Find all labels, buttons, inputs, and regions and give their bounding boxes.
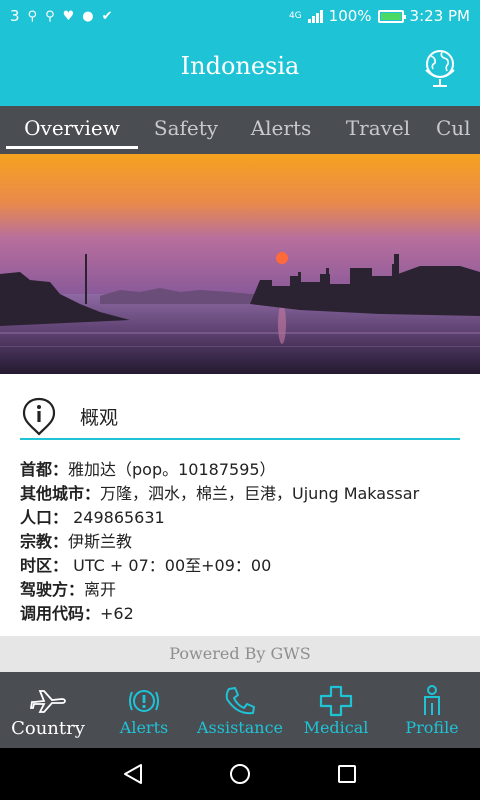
nav-alerts-label: Alerts xyxy=(119,718,169,737)
info-row-population: 人口： 249865631 xyxy=(20,508,165,527)
tab-bar: Overview Safety Alerts Travel Cul xyxy=(0,106,480,154)
info-pin-icon xyxy=(22,397,56,436)
battery-icon xyxy=(377,9,406,23)
page-title: Indonesia xyxy=(180,52,300,80)
phone-icon xyxy=(225,687,255,715)
system-nav-bar xyxy=(0,748,480,800)
tab-active-indicator xyxy=(6,146,138,149)
globe-button[interactable] xyxy=(418,46,462,90)
overview-panel: 概观 首都：雅加达（pop。10187595） 其他城市：万隆，泗水，棉兰，巨港… xyxy=(0,374,480,636)
overview-header: 概观 xyxy=(20,392,460,440)
sunset-harbor-image xyxy=(0,154,480,374)
tab-alerts[interactable]: Alerts xyxy=(236,106,326,154)
heart-icon: ♥ xyxy=(62,8,75,24)
recents-icon[interactable] xyxy=(335,762,359,786)
info-row-timezone: 时区： UTC + 07：00至+09：00 xyxy=(20,556,272,575)
check-flag-icon: ✔ xyxy=(101,8,113,24)
globe-icon xyxy=(425,50,455,87)
info-row-driving-side: 驾驶方：离开 xyxy=(20,580,117,599)
status-notifications: 3 ⚲ ⚲ ♥ ● ✔ xyxy=(10,7,113,25)
clock: 3:23 PM xyxy=(409,7,470,25)
chat-icon: ● xyxy=(82,8,94,24)
status-bar: 3 ⚲ ⚲ ♥ ● ✔ 4G 100% 3:23 PM xyxy=(0,0,480,32)
app-bar: Indonesia xyxy=(0,32,480,106)
battery-percent: 100% xyxy=(328,7,372,25)
medical-cross-icon xyxy=(319,685,353,717)
bottom-nav: Country Alerts Assistance Medical Profil… xyxy=(0,672,480,748)
nav-profile[interactable]: Profile xyxy=(384,672,480,748)
nav-assistance-label: Assistance xyxy=(196,718,283,737)
notification-count: 3 xyxy=(10,7,20,25)
tab-travel[interactable]: Travel xyxy=(330,106,426,154)
nav-assistance[interactable]: Assistance xyxy=(192,672,288,748)
home-icon[interactable] xyxy=(228,762,252,786)
plane-icon xyxy=(30,690,66,713)
nav-medical-label: Medical xyxy=(303,718,369,737)
overview-title: 概观 xyxy=(80,406,119,429)
usb-icon-2: ⚲ xyxy=(45,8,55,24)
section-divider xyxy=(20,438,460,440)
person-icon xyxy=(424,685,440,715)
nav-medical[interactable]: Medical xyxy=(288,672,384,748)
powered-by-footer: Powered By GWS xyxy=(0,636,480,672)
country-hero-image xyxy=(0,154,480,374)
usb-icon: ⚲ xyxy=(27,8,38,24)
back-icon[interactable] xyxy=(121,762,145,786)
info-row-calling-code: 调用代码：+62 xyxy=(20,604,134,623)
status-system: 4G 100% 3:23 PM xyxy=(289,7,470,25)
nav-country-label: Country xyxy=(11,718,85,739)
alert-badge-icon xyxy=(129,690,159,712)
tab-culture[interactable]: Cul xyxy=(436,106,480,154)
nav-country[interactable]: Country xyxy=(0,672,96,748)
overview-info: 首都：雅加达（pop。10187595） 其他城市：万隆，泗水，棉兰，巨港，Uj… xyxy=(20,458,460,626)
nav-alerts[interactable]: Alerts xyxy=(96,672,192,748)
signal-icon xyxy=(307,9,323,23)
nav-profile-label: Profile xyxy=(405,718,459,737)
network-type: 4G xyxy=(288,11,302,21)
info-row-other-cities: 其他城市：万隆，泗水，棉兰，巨港，Ujung Makassar xyxy=(20,484,420,503)
info-row-capital: 首都：雅加达（pop。10187595） xyxy=(20,460,276,479)
tab-safety[interactable]: Safety xyxy=(140,106,232,154)
info-row-religion: 宗教：伊斯兰教 xyxy=(20,532,133,551)
